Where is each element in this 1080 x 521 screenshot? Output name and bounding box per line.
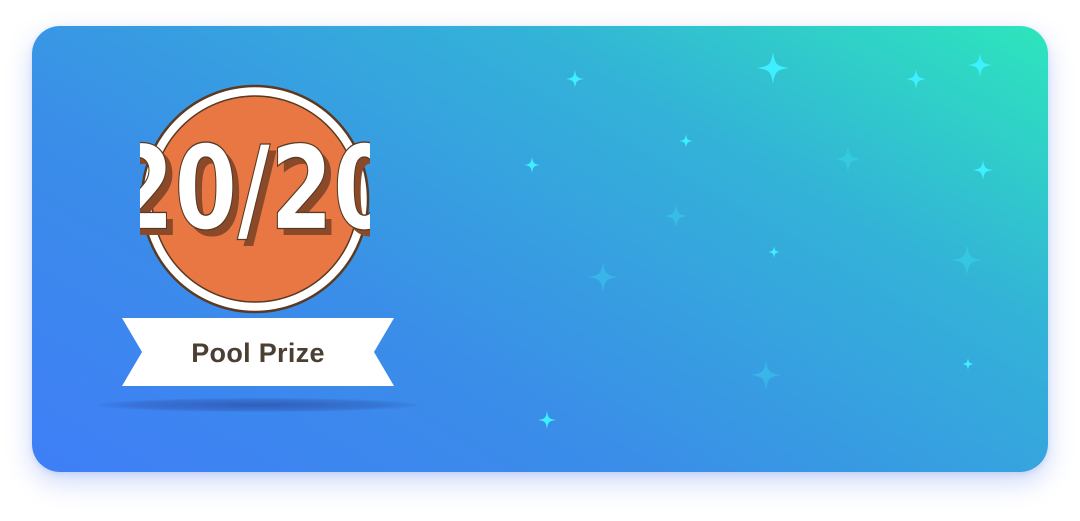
sparkle-icon [968, 53, 992, 77]
badge-score: 20/20 [140, 120, 370, 256]
sparkle-icon [751, 360, 781, 390]
sparkle-icon [679, 134, 693, 148]
sparkle-icon [538, 411, 556, 429]
sparkle-icon [973, 160, 993, 180]
sparkle-icon [757, 52, 789, 84]
sparkle-icon [835, 146, 861, 172]
sparkle-icon [768, 246, 780, 258]
prize-ribbon: Pool Prize [122, 318, 394, 388]
ribbon-label: Pool Prize [191, 338, 325, 368]
sparkle-icon [906, 69, 926, 89]
sparkle-icon [588, 262, 618, 292]
prize-banner: 20/20 20/20 Pool Prize [0, 0, 1080, 521]
sparkle-icon [664, 204, 688, 228]
score-badge: 20/20 20/20 [140, 84, 370, 314]
sparkle-icon [524, 157, 540, 173]
badge-shadow [98, 398, 418, 412]
sparkle-icon [952, 245, 982, 275]
sparkle-icon [566, 70, 584, 88]
sparkle-icon [962, 358, 974, 370]
